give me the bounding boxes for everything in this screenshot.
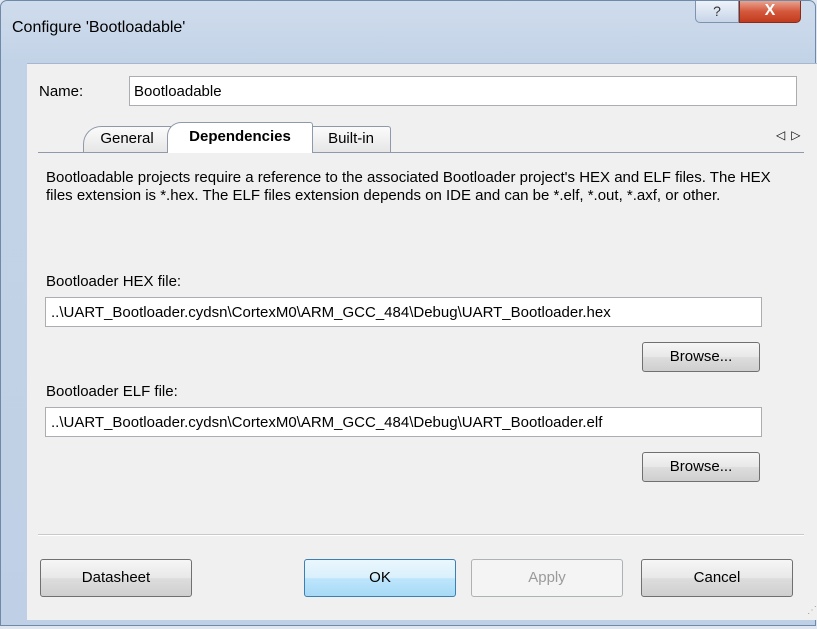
elf-browse-button[interactable]: Browse... — [642, 452, 760, 482]
apply-button: Apply — [471, 559, 623, 597]
hex-file-label: Bootloader HEX file: — [46, 273, 182, 290]
close-button[interactable]: X — [739, 1, 801, 23]
resize-grip-icon[interactable]: ⋰ — [807, 605, 817, 616]
datasheet-button[interactable]: Datasheet — [40, 559, 192, 597]
tab-dependencies[interactable]: Dependencies — [167, 122, 313, 153]
window-title: Configure 'Bootloadable' — [12, 19, 186, 36]
title-bar[interactable]: Configure 'Bootloadable' ? X — [1, 1, 815, 63]
tab-strip: General Dependencies Built-in ◁▷ — [67, 122, 807, 153]
name-field[interactable]: Bootloadable — [129, 76, 797, 106]
footer-separator — [38, 534, 804, 536]
ok-button[interactable]: OK — [304, 559, 456, 597]
dialog-client-area: Name: Bootloadable General Dependencies … — [27, 63, 817, 620]
tab-general[interactable]: General — [83, 126, 171, 152]
dependencies-description: Bootloadable projects require a referenc… — [46, 169, 771, 204]
dialog-window: Configure 'Bootloadable' ? X Name: Bootl… — [0, 0, 817, 626]
tab-built-in-label: Built-in — [328, 130, 374, 147]
tab-scroll-right-icon[interactable]: ▷ — [791, 128, 806, 142]
name-value: Bootloadable — [134, 83, 222, 100]
hex-file-path: ..\UART_Bootloader.cydsn\CortexM0\ARM_GC… — [51, 304, 611, 321]
elf-file-label: Bootloader ELF file: — [46, 383, 178, 400]
dependencies-panel: Bootloadable projects require a referenc… — [38, 152, 804, 523]
tab-built-in[interactable]: Built-in — [311, 126, 391, 152]
close-icon: X — [764, 2, 776, 19]
name-label: Name: — [39, 83, 84, 100]
elf-browse-label: Browse... — [669, 458, 733, 475]
elf-file-path: ..\UART_Bootloader.cydsn\CortexM0\ARM_GC… — [51, 414, 603, 431]
hex-file-input[interactable]: ..\UART_Bootloader.cydsn\CortexM0\ARM_GC… — [45, 297, 762, 327]
hex-browse-button[interactable]: Browse... — [642, 342, 760, 372]
tab-general-label: General — [100, 130, 154, 147]
apply-label: Apply — [528, 569, 566, 586]
cancel-label: Cancel — [693, 569, 741, 586]
tab-scroll-controls: ◁▷ — [776, 128, 806, 142]
datasheet-label: Datasheet — [81, 569, 151, 586]
help-icon: ? — [713, 3, 721, 19]
tab-scroll-left-icon[interactable]: ◁ — [776, 128, 791, 142]
help-button[interactable]: ? — [695, 1, 739, 23]
elf-file-input[interactable]: ..\UART_Bootloader.cydsn\CortexM0\ARM_GC… — [45, 407, 762, 437]
tab-dependencies-label: Dependencies — [189, 128, 291, 145]
hex-browse-label: Browse... — [669, 348, 733, 365]
cancel-button[interactable]: Cancel — [641, 559, 793, 597]
ok-label: OK — [369, 569, 391, 586]
